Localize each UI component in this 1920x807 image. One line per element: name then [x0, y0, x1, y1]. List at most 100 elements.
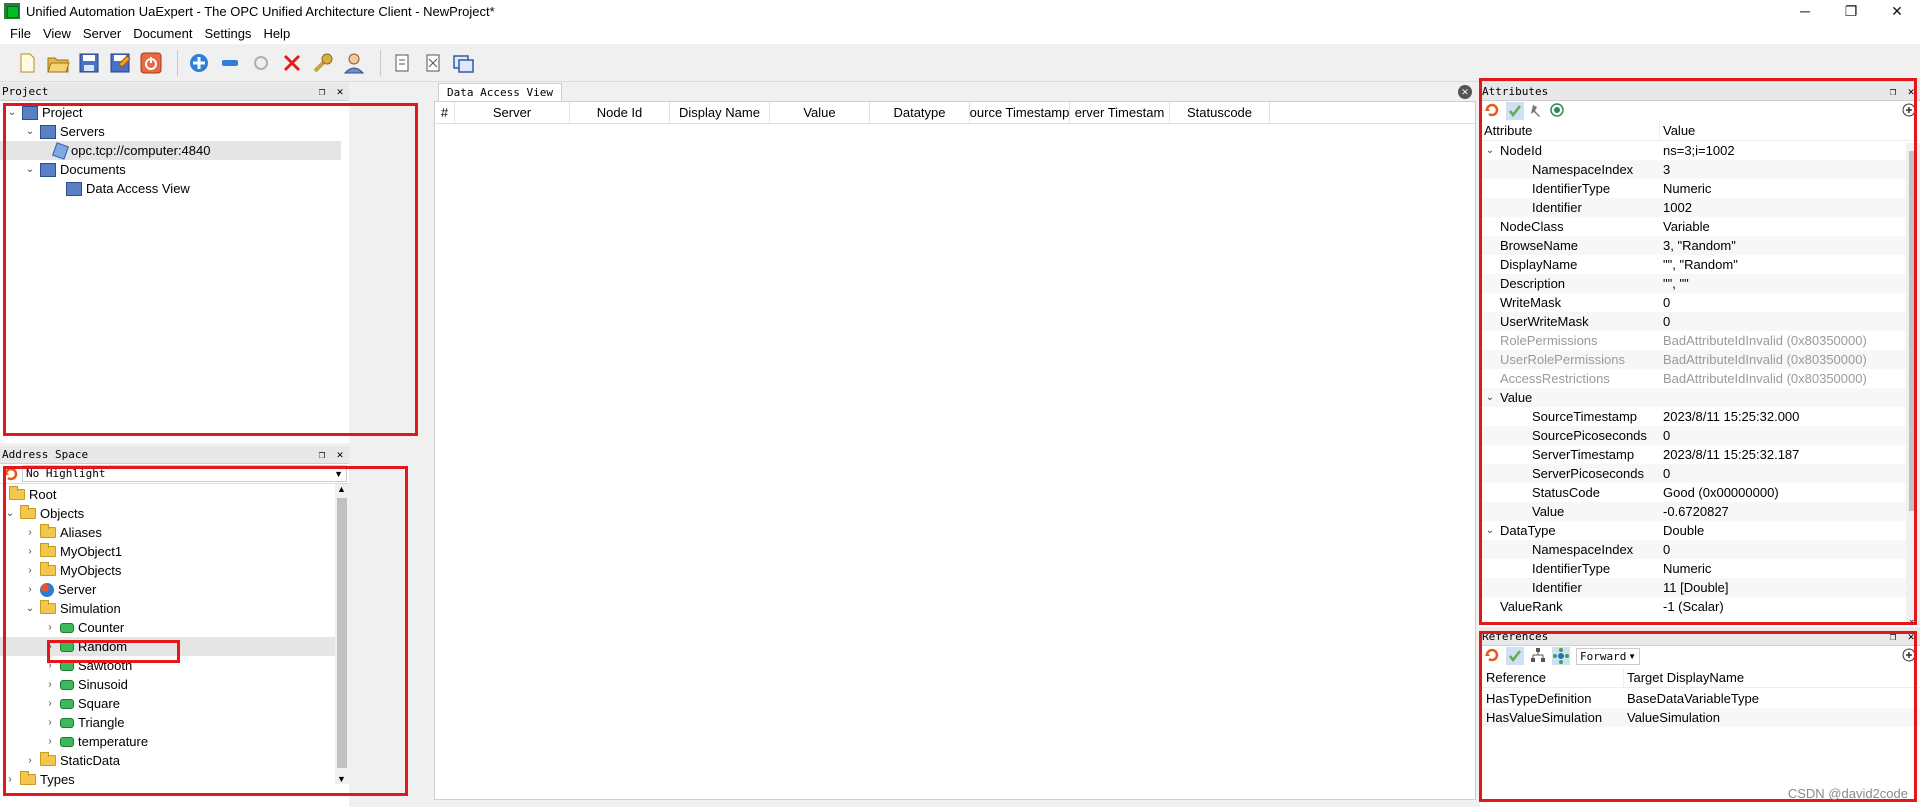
tab-data-access-view[interactable]: Data Access View [438, 83, 562, 101]
tree-item-server-url[interactable]: opc.tcp://computer:4840 [0, 141, 341, 160]
add-server-icon[interactable] [186, 50, 212, 76]
close-icon[interactable]: ✕ [1904, 629, 1918, 643]
attribute-row[interactable]: ⌄ Value [1480, 388, 1920, 407]
chevron-right-icon[interactable]: › [24, 527, 36, 538]
chevron-right-icon[interactable]: › [44, 717, 56, 728]
minimize-button[interactable]: ─ [1782, 0, 1828, 22]
tree-item-server[interactable]: › Server [0, 580, 349, 599]
tree-item-sinusoid[interactable]: › Sinusoid [0, 675, 349, 694]
chevron-down-icon[interactable]: ⌄ [4, 508, 16, 519]
chevron-right-icon[interactable]: › [44, 679, 56, 690]
refresh-icon[interactable] [1484, 102, 1500, 121]
tree-item-sawtooth[interactable]: › Sawtooth [0, 656, 349, 675]
refresh-icon[interactable] [2, 465, 20, 483]
document-icon[interactable] [389, 50, 415, 76]
hierarchy-icon[interactable] [1530, 647, 1546, 666]
menu-server[interactable]: Server [77, 26, 127, 41]
chevron-down-icon[interactable]: ⌄ [24, 603, 36, 614]
attribute-row[interactable]: ServerPicoseconds 0 [1480, 464, 1920, 483]
attribute-row[interactable]: NodeClass Variable [1480, 217, 1920, 236]
attribute-row[interactable]: Value -0.6720827 [1480, 502, 1920, 521]
tree-item-myobject1[interactable]: › MyObject1 [0, 542, 349, 561]
attribute-row[interactable]: SourceTimestamp 2023/8/11 15:25:32.000 [1480, 407, 1920, 426]
scroll-up-icon[interactable]: ▲ [337, 484, 346, 494]
col-header-reference[interactable]: Reference [1480, 668, 1624, 687]
col-header-statuscode[interactable]: Statuscode [1170, 102, 1270, 123]
attribute-row[interactable]: NamespaceIndex 3 [1480, 160, 1920, 179]
connect-icon[interactable] [248, 50, 274, 76]
chevron-down-icon[interactable]: ⌄ [24, 126, 36, 137]
tree-item-simulation[interactable]: ⌄ Simulation [0, 599, 349, 618]
menu-file[interactable]: File [4, 26, 37, 41]
tree-item-temperature[interactable]: › temperature [0, 732, 349, 751]
table-row[interactable]: HasValueSimulation ValueSimulation [1480, 708, 1920, 727]
attribute-row[interactable]: NamespaceIndex 0 [1480, 540, 1920, 559]
chevron-right-icon[interactable]: › [4, 774, 16, 785]
highlight-select[interactable]: No Highlight ▼ [22, 465, 347, 482]
tree-item-triangle[interactable]: › Triangle [0, 713, 349, 732]
tree-item-data-access-view[interactable]: Data Access View [0, 179, 349, 198]
chevron-right-icon[interactable]: › [44, 641, 56, 652]
attribute-row[interactable]: ValueRank -1 (Scalar) [1480, 597, 1920, 616]
chevron-right-icon[interactable]: › [44, 622, 56, 633]
scroll-down-icon[interactable]: ▼ [337, 774, 346, 784]
power-icon[interactable] [138, 50, 164, 76]
attribute-row[interactable]: AccessRestrictions BadAttributeIdInvalid … [1480, 369, 1920, 388]
col-header-attribute[interactable]: Attribute [1480, 121, 1660, 140]
col-header-node-id[interactable]: Node Id [570, 102, 670, 123]
close-icon[interactable]: ✕ [333, 84, 347, 98]
add-icon[interactable] [1902, 103, 1916, 120]
save-as-icon[interactable] [107, 50, 133, 76]
chevron-down-icon[interactable]: ▼ [1628, 652, 1636, 661]
col-header-datatype[interactable]: Datatype [870, 102, 970, 123]
attribute-row[interactable]: ServerTimestamp 2023/8/11 15:25:32.187 [1480, 445, 1920, 464]
tree-item-square[interactable]: › Square [0, 694, 349, 713]
chevron-down-icon[interactable]: ⌄ [1484, 145, 1496, 156]
menu-help[interactable]: Help [257, 26, 296, 41]
attribute-row[interactable]: WriteMask 0 [1480, 293, 1920, 312]
tree-item-project[interactable]: ⌄ Project [0, 103, 349, 122]
open-project-icon[interactable] [45, 50, 71, 76]
direction-select[interactable]: Forward ▼ [1576, 647, 1640, 665]
close-icon[interactable]: ✕ [1904, 84, 1918, 98]
menu-view[interactable]: View [37, 26, 77, 41]
scroll-thumb[interactable] [337, 498, 347, 768]
new-project-icon[interactable] [14, 50, 40, 76]
settings-wrench-icon[interactable] [310, 50, 336, 76]
tree-item-root[interactable]: Root [0, 485, 349, 504]
attribute-row[interactable]: IdentifierType Numeric [1480, 179, 1920, 198]
scroll-down-icon[interactable]: ⌄ [1908, 614, 1916, 625]
add-icon[interactable] [1902, 648, 1916, 665]
tree-item-aliases[interactable]: › Aliases [0, 523, 349, 542]
float-icon[interactable]: ❐ [1886, 629, 1900, 643]
attribute-row[interactable]: ⌄ DataType Double [1480, 521, 1920, 540]
attribute-row[interactable]: Identifier 11 [Double] [1480, 578, 1920, 597]
attributes-scrollbar[interactable]: ⌄ [1906, 143, 1920, 625]
col-header-server[interactable]: Server [455, 102, 570, 123]
attribute-row[interactable]: UserWriteMask 0 [1480, 312, 1920, 331]
tree-item-servers[interactable]: ⌄ Servers [0, 122, 349, 141]
chevron-down-icon[interactable]: ⌄ [24, 164, 36, 175]
menu-settings[interactable]: Settings [198, 26, 257, 41]
close-tab-icon[interactable]: ✕ [1458, 85, 1472, 99]
refresh-icon[interactable] [1484, 647, 1500, 666]
float-icon[interactable]: ❐ [315, 447, 329, 461]
col-header-display-name[interactable]: Display Name [670, 102, 770, 123]
col-header-target[interactable]: Target DisplayName [1624, 668, 1920, 687]
check-icon[interactable] [1506, 102, 1524, 120]
chevron-down-icon[interactable]: ⌄ [6, 107, 18, 118]
tree-item-myobjects[interactable]: › MyObjects [0, 561, 349, 580]
col-header-value[interactable]: Value [1660, 121, 1920, 140]
tree-item-random[interactable]: › Random [0, 637, 335, 656]
attribute-row[interactable]: Identifier 1002 [1480, 198, 1920, 217]
attribute-row[interactable]: RolePermissions BadAttributeIdInvalid (0x… [1480, 331, 1920, 350]
col-header-value[interactable]: Value [770, 102, 870, 123]
tree-item-staticdata[interactable]: › StaticData [0, 751, 349, 770]
chevron-down-icon[interactable]: ▼ [334, 469, 343, 479]
address-space-scrollbar[interactable]: ▲ ▼ [335, 484, 349, 784]
pin-icon[interactable] [1530, 103, 1544, 120]
attribute-row[interactable]: ⌄ NodeId ns=3;i=1002 [1480, 141, 1920, 160]
close-document-icon[interactable] [420, 50, 446, 76]
save-project-icon[interactable] [76, 50, 102, 76]
data-access-table[interactable]: # Server Node Id Display Name Value Data… [434, 101, 1476, 800]
